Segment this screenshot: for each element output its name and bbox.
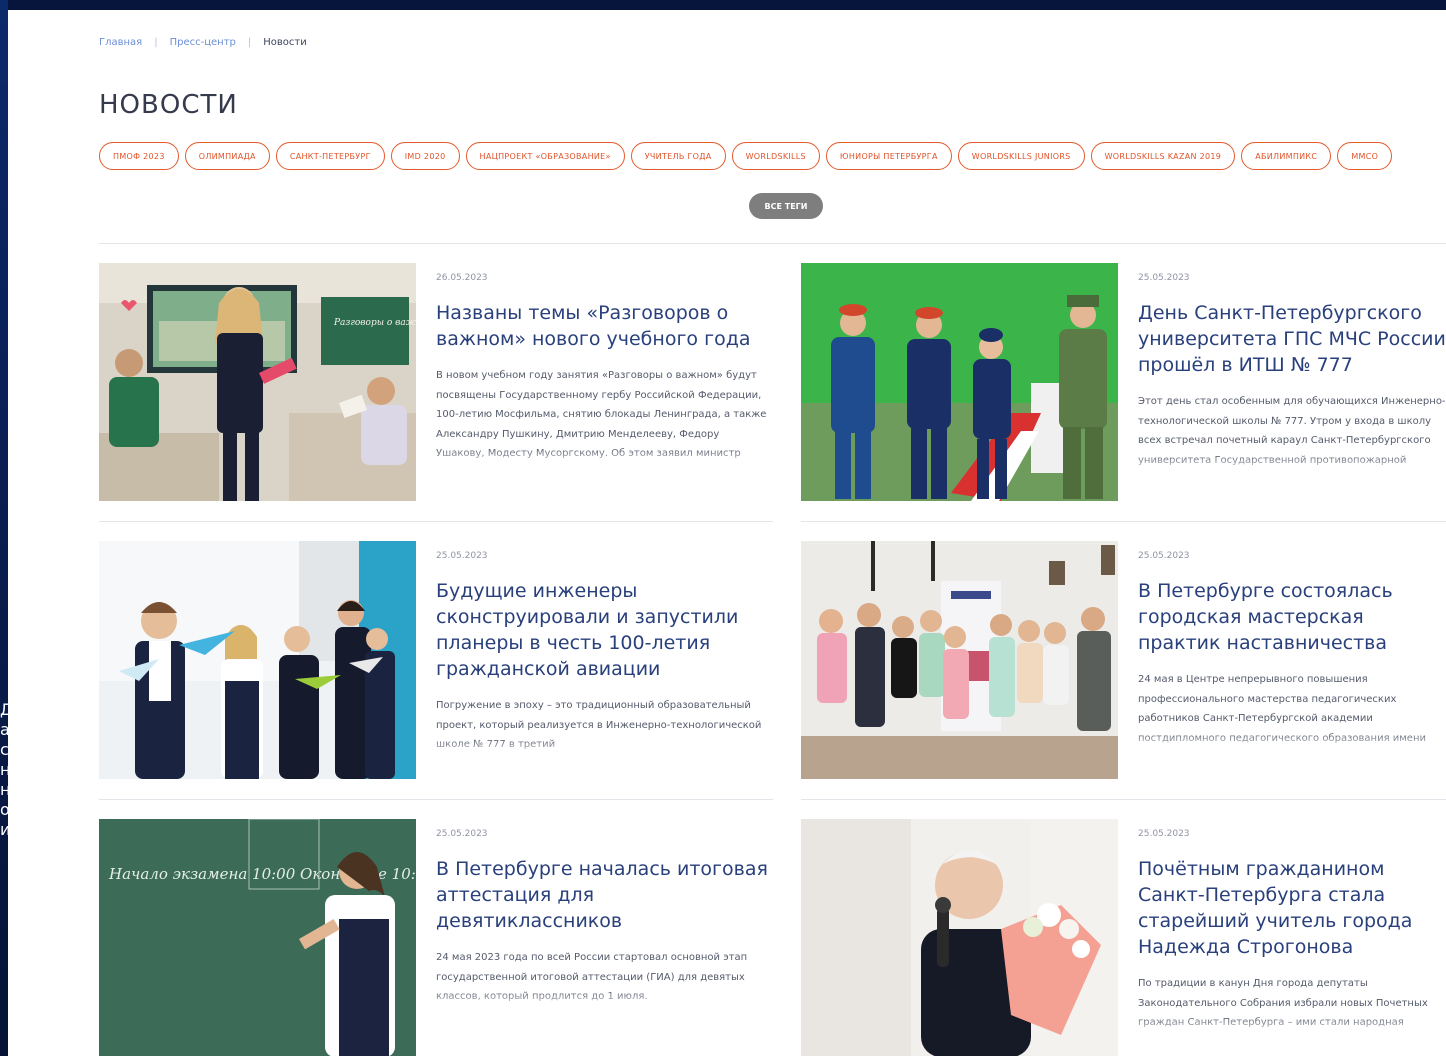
tag-pill[interactable]: ПМОФ 2023 bbox=[99, 142, 179, 170]
news-title-link[interactable]: Будущие инженеры сконструировали и запус… bbox=[436, 578, 771, 682]
news-date: 25.05.2023 bbox=[1138, 551, 1190, 561]
news-image-paper-planes[interactable] bbox=[99, 541, 416, 779]
news-image-elderly-teacher[interactable] bbox=[801, 819, 1118, 1056]
divider bbox=[99, 521, 773, 522]
breadcrumb-home-link[interactable]: Главная bbox=[99, 37, 142, 48]
news-image-mentoring-workshop[interactable] bbox=[801, 541, 1118, 779]
news-title-link[interactable]: В Петербурге состоялась городская мастер… bbox=[1138, 578, 1446, 656]
news-image-classroom[interactable]: Разговоры о важном bbox=[99, 263, 416, 501]
content-panel: Главная | Пресс-центр | Новости НОВОСТИ … bbox=[8, 10, 1446, 1056]
tag-pill[interactable]: IMD 2020 bbox=[390, 142, 460, 170]
tag-pill[interactable]: ОЛИМПИАДА bbox=[184, 142, 270, 170]
page-title: НОВОСТИ bbox=[99, 90, 238, 120]
news-date: 25.05.2023 bbox=[436, 829, 488, 839]
news-date: 25.05.2023 bbox=[436, 551, 488, 561]
tag-pill[interactable]: САНКТ-ПЕТЕРБУРГ bbox=[275, 142, 385, 170]
news-excerpt: По традиции в канун Дня города депутаты … bbox=[1138, 974, 1446, 1038]
tag-pill[interactable]: WORLDSKILLS JUNIORS bbox=[957, 142, 1085, 170]
news-title-link[interactable]: День Санкт-Петербургского университета Г… bbox=[1138, 300, 1446, 378]
divider bbox=[99, 799, 773, 800]
news-excerpt: В новом учебном году занятия «Разговоры … bbox=[436, 366, 771, 470]
news-title-link[interactable]: В Петербурге началась итоговая аттестаци… bbox=[436, 856, 771, 934]
background-strip-text: Д а с н н о и bbox=[0, 700, 8, 839]
news-excerpt: 24 мая в Центре непрерывного повышения п… bbox=[1138, 670, 1446, 754]
news-date: 25.05.2023 bbox=[1138, 829, 1190, 839]
page: Д а с н н о и Главная | Пресс-центр | Но… bbox=[0, 0, 1446, 1056]
tag-pill[interactable]: ЮНИОРЫ ПЕТЕРБУРГА bbox=[825, 142, 952, 170]
news-meta: 25.05.2023 Почётным гражданином Санкт-Пе… bbox=[1138, 829, 1446, 1038]
breadcrumb-press-link[interactable]: Пресс-центр bbox=[170, 37, 236, 48]
news-meta: 25.05.2023 Будущие инженеры сконструиров… bbox=[436, 551, 771, 760]
tag-list: ПМОФ 2023 ОЛИМПИАДА САНКТ-ПЕТЕРБУРГ IMD … bbox=[99, 142, 1393, 170]
all-tags-button[interactable]: ВСЕ ТЕГИ bbox=[749, 193, 823, 219]
tag-pill[interactable]: WORLDSKILLS KAZAN 2019 bbox=[1090, 142, 1236, 170]
breadcrumb: Главная | Пресс-центр | Новости bbox=[99, 37, 307, 48]
news-date: 26.05.2023 bbox=[436, 273, 488, 283]
news-image-exam-blackboard[interactable]: Начало экзамена 10:00 Окончание 10:00 эк… bbox=[99, 819, 416, 1056]
background-strip bbox=[0, 0, 8, 1056]
news-image-cadets[interactable] bbox=[801, 263, 1118, 501]
breadcrumb-separator: | bbox=[247, 37, 252, 48]
tag-pill[interactable]: WORLDSKILLS bbox=[731, 142, 820, 170]
breadcrumb-current: Новости bbox=[263, 37, 307, 48]
divider bbox=[99, 243, 1446, 244]
news-excerpt: Погружение в эпоху – это традиционный об… bbox=[436, 696, 771, 760]
breadcrumb-separator: | bbox=[154, 37, 158, 48]
tag-pill[interactable]: АБИЛИМПИКС bbox=[1241, 142, 1332, 170]
tag-pill[interactable]: НАЦПРОЕКТ «ОБРАЗОВАНИЕ» bbox=[465, 142, 625, 170]
news-excerpt: Этот день стал особенным для обучающихся… bbox=[1138, 392, 1446, 476]
news-meta: 26.05.2023 Названы темы «Разговоров о ва… bbox=[436, 273, 771, 470]
tag-pill[interactable]: УЧИТЕЛЬ ГОДА bbox=[630, 142, 726, 170]
divider bbox=[801, 521, 1446, 522]
news-meta: 25.05.2023 В Петербурге началась итогова… bbox=[436, 829, 771, 1012]
news-excerpt: 24 мая 2023 года по всей России стартова… bbox=[436, 948, 771, 1012]
news-meta: 25.05.2023 День Санкт-Петербургского уни… bbox=[1138, 273, 1446, 476]
news-title-link[interactable]: Названы темы «Разговоров о важном» новог… bbox=[436, 300, 771, 352]
blackboard-text: Разговоры о важном bbox=[333, 318, 416, 328]
news-date: 25.05.2023 bbox=[1138, 273, 1190, 283]
tag-pill[interactable]: ММСО bbox=[1337, 142, 1393, 170]
news-meta: 25.05.2023 В Петербурге состоялась город… bbox=[1138, 551, 1446, 754]
news-title-link[interactable]: Почётным гражданином Санкт-Петербурга ст… bbox=[1138, 856, 1446, 960]
divider bbox=[801, 799, 1446, 800]
